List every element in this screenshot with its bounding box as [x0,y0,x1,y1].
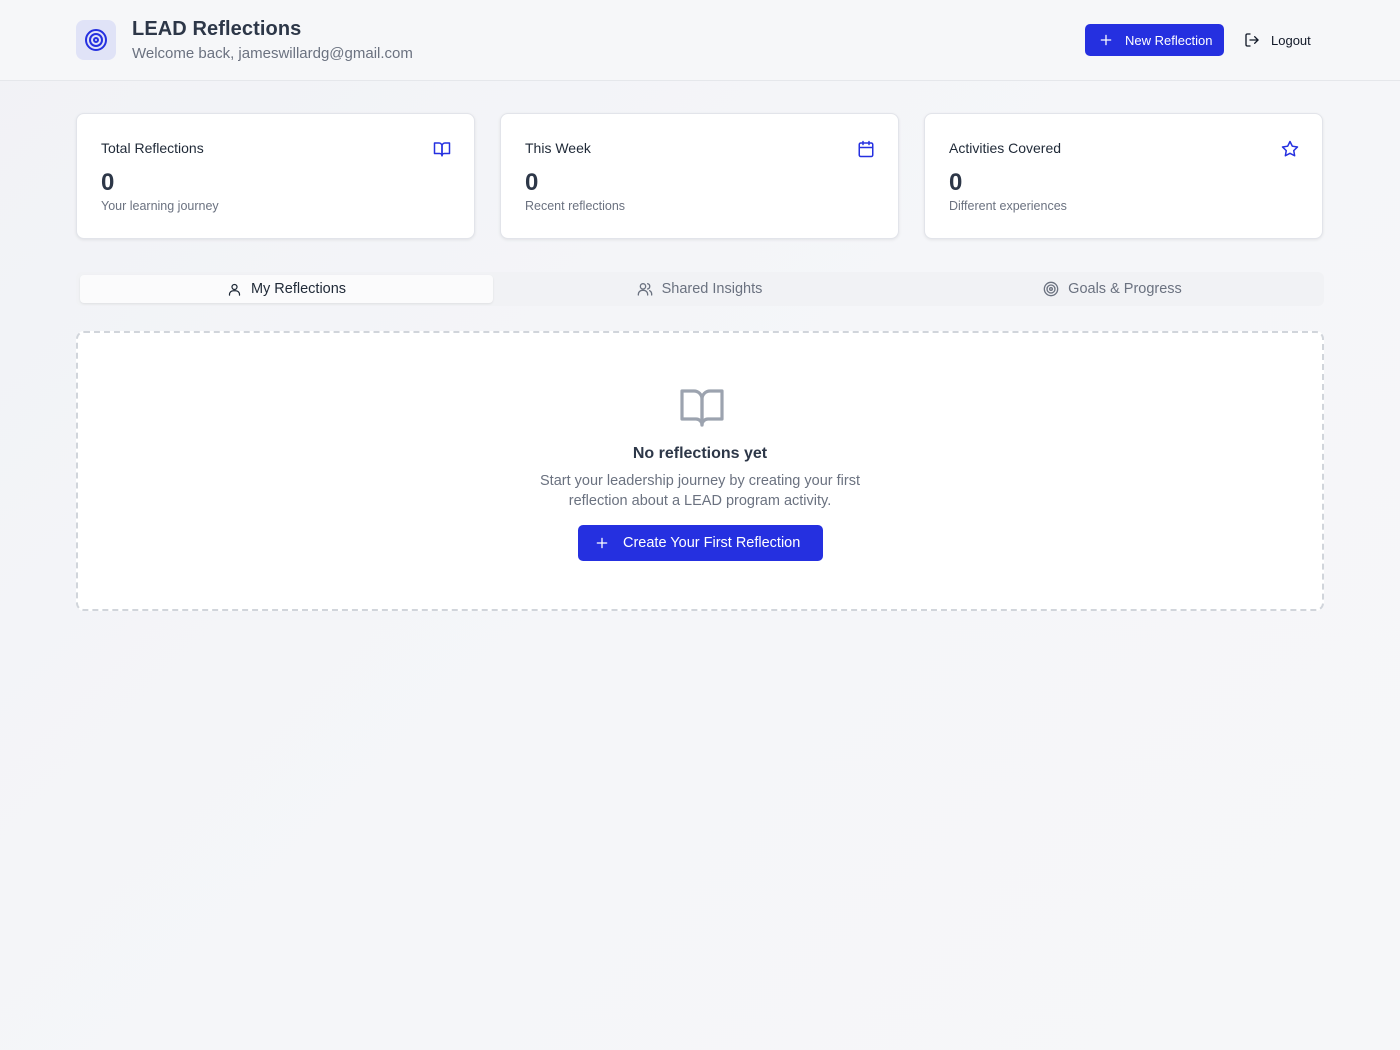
target-icon [1043,281,1059,297]
plus-icon [595,536,609,550]
users-icon [637,281,653,297]
stat-card-title: This Week [525,140,591,156]
stat-card-subtitle: Your learning journey [101,199,219,213]
book-open-icon [433,140,451,158]
top-header: LEAD Reflections Welcome back, jameswill… [0,0,1400,81]
stat-card-activities-covered: Activities Covered 0 Different experienc… [924,113,1323,239]
plus-icon [1099,33,1113,47]
new-reflection-label: New Reflection [1125,32,1213,48]
empty-state-title: No reflections yet [632,445,768,462]
logout-button[interactable]: Logout [1236,24,1324,56]
stat-card-value: 0 [101,169,115,196]
app-title: LEAD Reflections [132,18,302,40]
stat-card-total-reflections: Total Reflections 0 Your learning journe… [76,113,475,239]
tab-shared-insights[interactable]: Shared Insights [493,275,906,303]
tab-list: My Reflections Shared Insights Goals & P… [76,272,1324,306]
tab-my-reflections[interactable]: My Reflections [80,275,493,303]
empty-state-description-line: Start your leadership journey by creatin… [540,473,860,489]
stat-card-value: 0 [949,169,963,196]
create-first-reflection-label: Create Your First Reflection [623,535,801,551]
stat-card-subtitle: Recent reflections [525,199,626,213]
user-icon [227,282,242,297]
stat-card-this-week: This Week 0 Recent reflections [500,113,899,239]
new-reflection-button[interactable]: New Reflection [1085,24,1224,56]
empty-state-panel: No reflections yet Start your leadership… [76,331,1324,611]
book-open-icon [678,383,726,431]
stat-card-title: Total Reflections [101,140,204,156]
logout-label: Logout [1271,32,1311,48]
empty-state-description: Start your leadership journey by creatin… [78,471,1322,511]
stat-card-value: 0 [525,169,539,196]
calendar-icon [857,140,875,158]
tab-label: My Reflections [250,281,347,297]
stat-card-subtitle: Different experiences [949,199,1067,213]
target-icon [76,20,116,60]
logout-icon [1244,32,1260,48]
tab-goals-progress[interactable]: Goals & Progress [906,275,1319,303]
tab-label: Goals & Progress [1068,281,1182,297]
empty-state-description-line: reflection about a LEAD program activity… [568,493,832,509]
tab-label: Shared Insights [661,281,763,297]
stat-card-title: Activities Covered [949,140,1062,156]
welcome-message: Welcome back, jameswillardg@gmail.com [132,45,413,62]
create-first-reflection-button[interactable]: Create Your First Reflection [578,525,823,561]
star-icon [1281,140,1299,158]
